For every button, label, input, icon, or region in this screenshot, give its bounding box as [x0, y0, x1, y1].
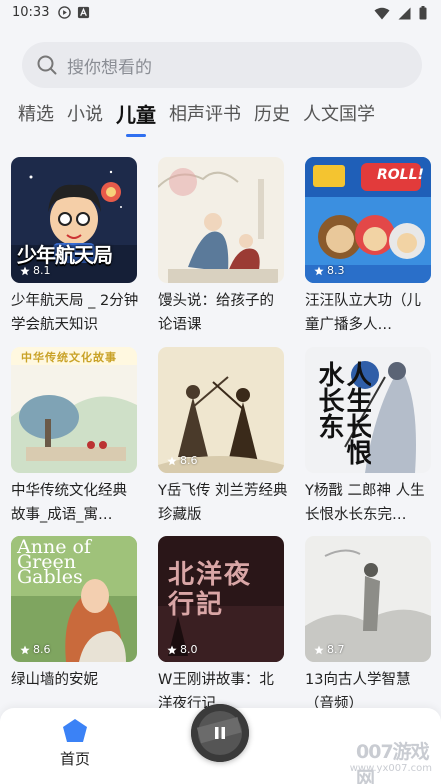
star-icon	[167, 645, 177, 654]
tab-jingxuan[interactable]: 精选	[18, 102, 54, 128]
book-title[interactable]: 汪汪队立大功（儿童广播多人…	[305, 289, 435, 337]
battery-icon	[419, 6, 427, 20]
category-tabs: 精选 小说 儿童 相声评书 历史 人文国学	[18, 102, 441, 138]
cover-title-text: Anne of Green Gables	[17, 536, 91, 588]
cover-title-text: 中华传统文化故事	[21, 351, 117, 364]
book-card[interactable]: 8.7 13向古人学智慧（音频）	[305, 536, 431, 716]
tab-xiangsheng-pingshu[interactable]: 相声评书	[169, 102, 241, 128]
cover-art-tradition	[11, 347, 137, 473]
status-notification-icons	[58, 6, 90, 19]
watermark-url: www.yx007.com	[349, 763, 432, 774]
book-card[interactable]: 馒头说：给孩子的论语课	[158, 157, 284, 337]
rating-badge: 8.3	[314, 264, 345, 277]
book-title[interactable]: 馒头说：给孩子的论语课	[158, 289, 288, 337]
rating-value: 8.0	[180, 643, 198, 656]
cover-art-confucius	[158, 157, 284, 283]
star-icon	[314, 266, 324, 275]
book-cover[interactable]: 8.7	[305, 536, 431, 662]
tab-xiaoshuo[interactable]: 小说	[67, 102, 103, 128]
book-card[interactable]: 北洋夜行記 8.0 W王刚讲故事：北洋夜行记	[158, 536, 284, 716]
status-system-icons	[374, 6, 427, 20]
book-cover[interactable]: ROLL! 8.3	[305, 157, 431, 283]
watermark-text: 007游戏网	[356, 741, 430, 784]
star-icon	[167, 456, 177, 465]
rating-badge: 8.6	[20, 643, 51, 656]
cover-title-text: 人生长恨水长东	[315, 361, 371, 465]
rating-value: 8.6	[33, 643, 51, 656]
now-playing-disc[interactable]	[191, 704, 249, 762]
rating-badge: 8.7	[314, 643, 345, 656]
status-time: 10:33	[12, 5, 50, 20]
star-icon	[314, 645, 324, 654]
rating-value: 8.3	[327, 264, 345, 277]
pause-icon[interactable]	[211, 724, 229, 742]
book-cover[interactable]: 北洋夜行記 8.0	[158, 536, 284, 662]
book-card[interactable]: 中华传统文化故事 中华传统文化经典故事_成语_寓…	[11, 347, 137, 527]
home-icon	[63, 719, 87, 742]
rating-value: 8.1	[33, 264, 51, 277]
star-icon	[20, 645, 30, 654]
search-input[interactable]: 搜你想看的	[67, 53, 152, 78]
play-notification-icon	[58, 6, 71, 19]
book-cover[interactable]: 8.6	[158, 347, 284, 473]
book-card[interactable]: ROLL! 8.3 汪汪队立大功（儿童广播多人…	[305, 157, 431, 337]
book-cover[interactable]: 少年航天局 8.1	[11, 157, 137, 283]
watermark: 007游戏网 www.yx007.com	[350, 725, 440, 784]
book-cover[interactable]: Anne of Green Gables 8.6	[11, 536, 137, 662]
wifi-icon	[374, 7, 390, 19]
book-title[interactable]: 中华传统文化经典故事_成语_寓…	[11, 479, 141, 527]
book-card[interactable]: 人生长恨水长东 Y杨戬 二郎神 人生长恨水长东完…	[305, 347, 431, 527]
rating-badge: 8.0	[167, 643, 198, 656]
rating-value: 8.6	[180, 454, 198, 467]
rating-badge: 8.1	[20, 264, 51, 277]
app-notification-icon	[77, 6, 90, 19]
book-cover[interactable]: 中华传统文化故事	[11, 347, 137, 473]
star-icon	[20, 266, 30, 275]
cover-title-text: ROLL!	[377, 167, 424, 183]
book-title[interactable]: Y岳飞传 刘兰芳经典珍藏版	[158, 479, 288, 527]
book-cover[interactable]	[158, 157, 284, 283]
book-title[interactable]: Y杨戬 二郎神 人生长恨水长东完…	[305, 479, 435, 527]
search-icon	[37, 55, 57, 75]
rating-badge: 8.6	[167, 454, 198, 467]
book-cover[interactable]: 人生长恨水长东	[305, 347, 431, 473]
active-tab-indicator	[126, 134, 146, 137]
signal-icon	[398, 7, 411, 19]
book-title[interactable]: 少年航天局 _ 2分钟学会航天知识	[11, 289, 141, 337]
nav-home-label: 首页	[59, 750, 90, 768]
book-card[interactable]: 8.6 Y岳飞传 刘兰芳经典珍藏版	[158, 347, 287, 527]
book-card[interactable]: 少年航天局 8.1 少年航天局 _ 2分钟学会航天知识	[11, 157, 138, 337]
tab-ertong[interactable]: 儿童	[116, 102, 156, 137]
cover-title-text: 北洋夜行記	[168, 560, 253, 620]
rating-value: 8.7	[327, 643, 345, 656]
tab-ertong-label: 儿童	[116, 103, 156, 127]
tab-renwen-guoxue[interactable]: 人文国学	[303, 102, 375, 128]
status-bar: 10:33	[0, 0, 441, 28]
book-card[interactable]: Anne of Green Gables 8.6 绿山墙的安妮	[11, 536, 137, 716]
tab-lishi[interactable]: 历史	[254, 102, 290, 128]
nav-home[interactable]: 首页	[50, 716, 100, 769]
search-bar[interactable]: 搜你想看的	[22, 42, 422, 88]
